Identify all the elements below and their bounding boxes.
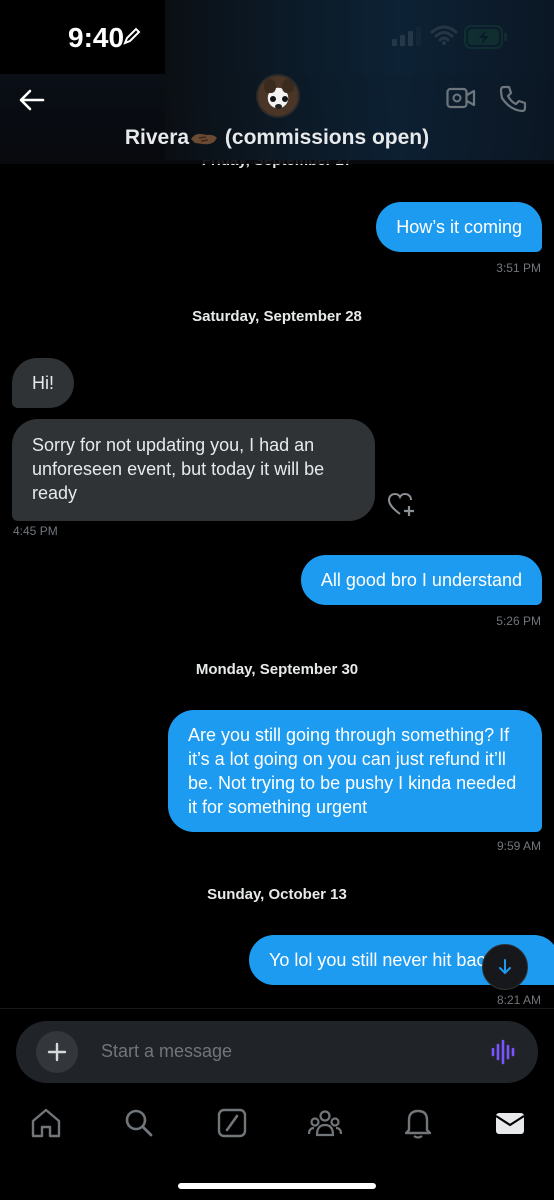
message-bubble-outgoing[interactable]: All good bro I understand xyxy=(300,555,542,605)
message-timestamp: 9:59 AM xyxy=(496,839,541,853)
message-timestamp: 3:51 PM xyxy=(496,261,541,275)
back-arrow-icon[interactable] xyxy=(18,86,46,114)
message-bubble-outgoing[interactable]: Are you still going through something? I… xyxy=(168,710,542,832)
messages-envelope-icon[interactable] xyxy=(493,1106,527,1140)
message-timestamp: 4:45 PM xyxy=(13,524,58,538)
message-timestamp: 8:21 AM xyxy=(496,993,541,1007)
message-composer[interactable]: Start a message xyxy=(16,1021,538,1083)
message-bubble-incoming[interactable]: Sorry for not updating you, I had an unf… xyxy=(12,419,375,521)
conversation-header: Rivera (commissions open) xyxy=(0,0,554,164)
contact-name-suffix: (commissions open) xyxy=(224,126,430,149)
status-time: 9:40 xyxy=(68,22,125,53)
handshake-emoji-icon xyxy=(191,133,218,145)
scroll-to-bottom-button[interactable] xyxy=(482,944,528,990)
arrow-down-icon xyxy=(499,959,511,975)
date-separator: Saturday, September 28 xyxy=(192,308,362,325)
video-call-icon[interactable] xyxy=(446,86,476,110)
add-attachment-button[interactable] xyxy=(36,1031,78,1073)
date-separator: Sunday, October 13 xyxy=(207,886,347,903)
voice-message-icon[interactable] xyxy=(490,1038,518,1066)
contact-name[interactable]: Rivera (commissions open) xyxy=(0,126,554,150)
contact-name-text: Rivera xyxy=(124,126,190,149)
pencil-icon xyxy=(123,27,141,45)
bottom-tab-bar xyxy=(0,1096,554,1156)
message-thread[interactable]: Friday, September 27 How’s it coming 3:5… xyxy=(0,140,554,1010)
plus-icon xyxy=(47,1042,67,1062)
search-icon[interactable] xyxy=(122,1106,156,1140)
notifications-bell-icon[interactable] xyxy=(401,1106,435,1140)
message-bubble-outgoing[interactable]: How’s it coming xyxy=(376,202,542,252)
home-icon[interactable] xyxy=(29,1106,63,1140)
message-bubble-incoming[interactable]: Hi! xyxy=(12,358,74,408)
communities-icon[interactable] xyxy=(308,1106,342,1140)
message-timestamp: 5:26 PM xyxy=(496,614,541,628)
home-indicator xyxy=(178,1183,376,1189)
add-reaction-icon[interactable] xyxy=(388,492,416,518)
date-separator: Monday, September 30 xyxy=(195,661,359,678)
grok-icon[interactable] xyxy=(215,1106,249,1140)
message-input[interactable]: Start a message xyxy=(101,1041,232,1062)
phone-call-icon[interactable] xyxy=(498,84,528,114)
contact-avatar[interactable] xyxy=(256,74,300,118)
